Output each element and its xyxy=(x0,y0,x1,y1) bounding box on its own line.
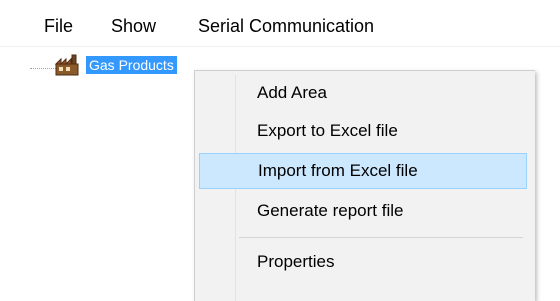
menu-item-add-area[interactable]: Add Area xyxy=(199,75,527,111)
context-menu: Add Area Export to Excel file Import fro… xyxy=(194,70,535,301)
menu-item-import-from-excel[interactable]: Import from Excel file xyxy=(199,153,527,189)
menu-file[interactable]: File xyxy=(44,15,73,37)
menu-serial-communication[interactable]: Serial Communication xyxy=(198,15,374,37)
tree-connector xyxy=(30,68,56,69)
menu-item-generate-report[interactable]: Generate report file xyxy=(199,193,527,229)
menu-item-export-to-excel[interactable]: Export to Excel file xyxy=(199,113,527,149)
menu-separator xyxy=(239,237,523,238)
tree-node-gas-products[interactable]: Gas Products xyxy=(86,56,177,74)
menu-item-properties[interactable]: Properties xyxy=(199,244,527,280)
menu-show[interactable]: Show xyxy=(111,15,156,37)
menu-bar: File Show Serial Communication xyxy=(0,0,560,47)
factory-icon xyxy=(55,54,79,76)
